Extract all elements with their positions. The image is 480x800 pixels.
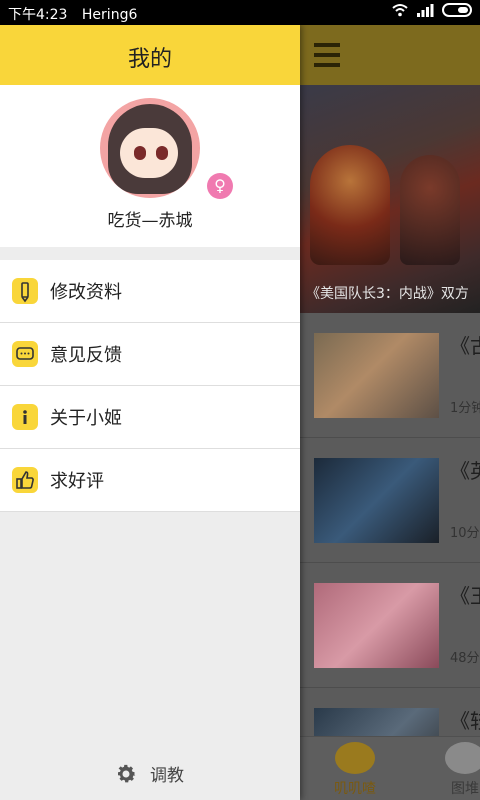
banner-figure-left [310, 145, 390, 265]
menu-item-label: 求好评 [50, 471, 104, 492]
main-content-dimmed: 《美国队长3：内战》双方 《古月2 1分钟 《英历史 10分 《王蝉长 48分 … [300, 25, 480, 800]
edit-icon [12, 278, 38, 304]
settings-button[interactable]: 调教 [114, 761, 184, 786]
news-thumbnail [314, 458, 439, 543]
tab-tudui-icon [445, 742, 480, 774]
status-bar: 下午4:23 Hering6 [0, 0, 480, 25]
menu-item-label: 关于小姬 [50, 408, 122, 429]
news-title: 《王蝉长 [450, 584, 480, 608]
menu-item-label: 修改资料 [50, 282, 122, 303]
user-nickname: 吃货—赤城 [107, 211, 193, 231]
info-icon [12, 404, 38, 430]
banner-figure-right [400, 155, 460, 265]
status-icons [392, 3, 472, 17]
banner-caption: 《美国队长3：内战》双方 [306, 286, 469, 302]
battery-icon [442, 3, 472, 17]
gear-icon [118, 764, 136, 782]
menu-icon[interactable] [314, 43, 340, 67]
main-header [300, 25, 480, 85]
settings-label: 调教 [150, 766, 184, 786]
news-title: 《古月2 [450, 334, 480, 358]
avatar-face [120, 128, 178, 178]
menu-item-rate[interactable]: 求好评 [0, 449, 300, 512]
news-item[interactable]: 《王蝉长 48分 [300, 563, 480, 688]
status-time: 下午4:23 [8, 7, 68, 23]
avatar[interactable] [100, 98, 200, 198]
drawer-title: 我的 [127, 47, 172, 72]
menu-item-feedback[interactable]: 意见反馈 [0, 323, 300, 386]
news-title: 《英历史 [450, 459, 480, 483]
menu-item-edit-profile[interactable]: 修改资料 [0, 260, 300, 323]
navigation-drawer: 我的 ♀ 吃货—赤城 修改资料 意见反馈 关于小姬 求好评 调教 [0, 25, 300, 800]
news-meta: 10分 [450, 526, 480, 541]
status-carrier: Hering6 [81, 7, 138, 23]
menu-item-label: 意见反馈 [50, 345, 122, 366]
chat-bubble-icon [12, 341, 38, 367]
female-icon: ♀ [207, 173, 233, 199]
news-title: 《较 [450, 709, 480, 733]
news-meta: 48分 [450, 651, 480, 666]
drawer-menu: 修改资料 意见反馈 关于小姬 求好评 [0, 260, 300, 512]
news-meta: 1分钟 [450, 401, 480, 416]
tab-tudui[interactable]: 图堆 [430, 742, 480, 798]
signal-icon [417, 4, 434, 17]
tab-jijizha[interactable]: 叽叽喳 [320, 742, 390, 798]
news-item[interactable]: 《古月2 1分钟 [300, 313, 480, 438]
wifi-icon [392, 4, 408, 17]
avatar-eye [156, 146, 168, 160]
tab-label: 叽叽喳 [334, 781, 376, 797]
bottom-tab-bar: 叽叽喳 图堆 [300, 736, 480, 800]
menu-item-about[interactable]: 关于小姬 [0, 386, 300, 449]
news-thumbnail [314, 583, 439, 668]
news-item[interactable]: 《英历史 10分 [300, 438, 480, 563]
profile-section: ♀ 吃货—赤城 [0, 85, 300, 247]
avatar-eye [134, 146, 146, 160]
drawer-header: 我的 [0, 25, 300, 85]
news-thumbnail [314, 333, 439, 418]
banner[interactable]: 《美国队长3：内战》双方 [300, 85, 480, 313]
tab-label: 图堆 [451, 781, 479, 797]
thumbs-up-icon [12, 467, 38, 493]
status-left: 下午4:23 Hering6 [8, 4, 137, 24]
tab-jijizha-icon [335, 742, 375, 774]
